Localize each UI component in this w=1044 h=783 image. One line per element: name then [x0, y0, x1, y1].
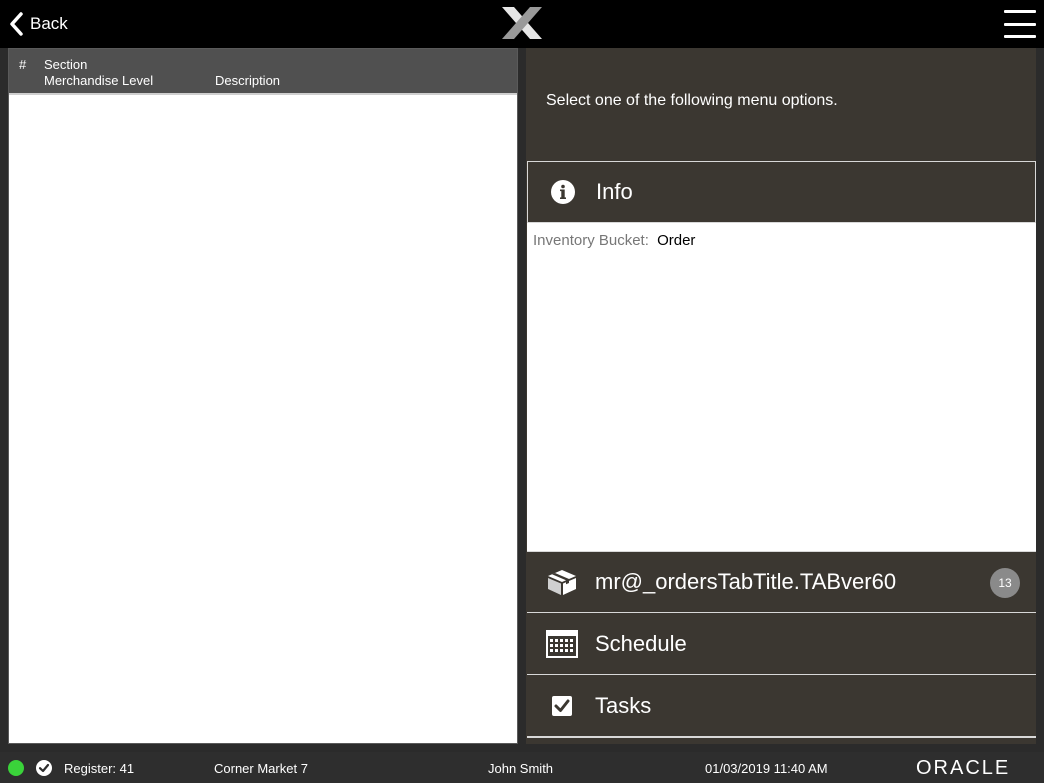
column-header-number: #: [19, 57, 27, 72]
status-bar: Register: 41 Corner Market 7 John Smith …: [0, 752, 1044, 783]
item-table: # Section Merchandise Level Description: [8, 48, 518, 744]
orders-label: mr@_ordersTabTitle.TABver60: [595, 569, 897, 594]
menu-panel: Select one of the following menu options…: [526, 48, 1036, 744]
inventory-bucket-field: Inventory Bucket: Order: [533, 232, 695, 249]
tasks-label: Tasks: [595, 692, 652, 718]
column-header-section: Section: [44, 57, 88, 72]
chevron-left-icon: [8, 8, 30, 40]
menu-prompt: Select one of the following menu options…: [546, 92, 838, 109]
checkbox-icon: [545, 691, 579, 721]
tasks-menu-item[interactable]: Tasks: [527, 675, 1036, 737]
box-icon: [545, 567, 579, 597]
column-header-merchandise-level: Merchandise Level: [44, 73, 154, 88]
table-header: # Section Merchandise Level Description: [9, 49, 517, 95]
hamburger-menu-icon[interactable]: [1004, 10, 1036, 38]
column-header-description: Description: [215, 73, 281, 88]
info-menu-item[interactable]: Info: [527, 161, 1036, 223]
info-content: Inventory Bucket: Order: [527, 223, 1036, 551]
info-icon: [546, 177, 580, 207]
top-bar: Back: [0, 0, 1044, 48]
orders-count-badge: 13: [990, 568, 1020, 598]
schedule-label: Schedule: [595, 630, 687, 656]
calendar-icon: [545, 629, 579, 659]
store-name: Corner Market 7: [214, 761, 308, 776]
connection-status-icon: [8, 760, 24, 776]
back-label: Back: [30, 14, 68, 33]
info-label: Info: [596, 179, 633, 204]
register-label: Register: 41: [64, 761, 135, 776]
inventory-bucket-key: Inventory Bucket:: [533, 232, 649, 249]
back-button[interactable]: Back: [8, 8, 68, 40]
more-items-strip: [527, 737, 1036, 744]
orders-menu-item[interactable]: mr@_ordersTabTitle.TABver60 13: [527, 551, 1036, 613]
schedule-menu-item[interactable]: Schedule: [527, 613, 1036, 675]
x-logo-icon: [500, 6, 544, 40]
date-time: 01/03/2019 11:40 AM: [705, 761, 828, 776]
oracle-logo: ORACLE: [916, 757, 1011, 779]
check-circle-icon: [36, 760, 52, 776]
inventory-bucket-value: Order: [657, 232, 696, 249]
user-name: John Smith: [488, 761, 554, 776]
